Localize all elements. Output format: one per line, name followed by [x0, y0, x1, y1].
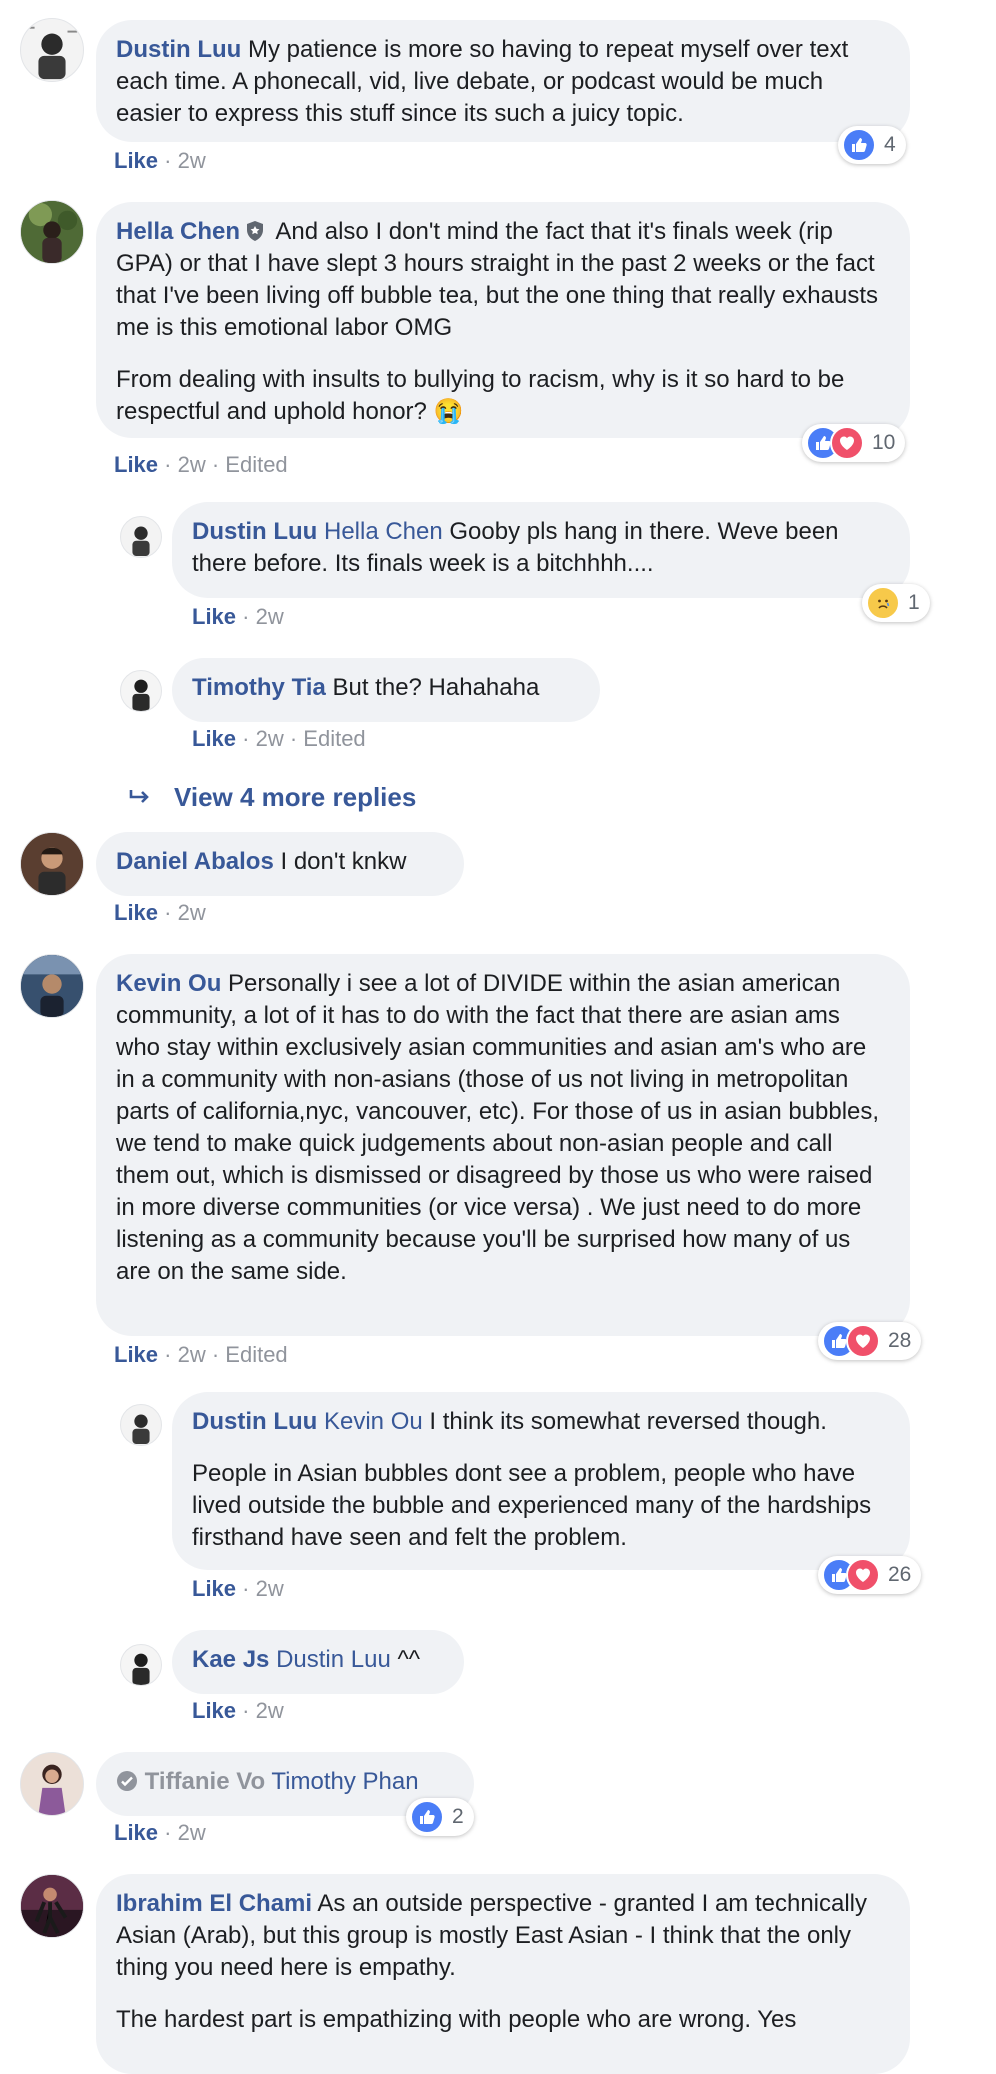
- love-reaction-icon: [830, 426, 864, 460]
- comment-author[interactable]: Daniel Abalos: [116, 848, 274, 875]
- comment-meta: Like · 2w: [192, 604, 284, 630]
- avatar[interactable]: [20, 1874, 84, 1938]
- avatar[interactable]: [120, 516, 162, 558]
- comment-text: ^^: [390, 1646, 421, 1673]
- admin-shield-icon: [247, 221, 264, 241]
- comment-meta: Like · 2w: [192, 1576, 284, 1602]
- like-link[interactable]: Like: [114, 1342, 158, 1367]
- avatar[interactable]: [20, 200, 84, 264]
- reaction-count: 1: [908, 591, 920, 614]
- sad-reaction-icon: [866, 586, 900, 620]
- comment-author[interactable]: Ibrahim El Chami: [116, 1890, 312, 1917]
- comment-bubble: Kevin Ou Personally i see a lot of DIVID…: [96, 954, 910, 1336]
- comment-text-paragraph: The hardest part is empathizing with peo…: [116, 2006, 797, 2033]
- reaction-count: 10: [872, 431, 896, 454]
- comment-meta: Like · 2w: [114, 148, 206, 174]
- like-link[interactable]: Like: [114, 900, 158, 925]
- reaction-summary[interactable]: 10: [802, 424, 906, 462]
- avatar[interactable]: [120, 1644, 162, 1686]
- reaction-count: 2: [452, 1805, 464, 1828]
- comment-text: I think its somewhat reversed though.: [422, 1408, 827, 1435]
- reply-bubble: Timothy Tia But the? Hahahaha: [172, 658, 600, 722]
- avatar[interactable]: [20, 1752, 84, 1816]
- love-reaction-icon: [846, 1324, 880, 1358]
- like-link[interactable]: Like: [114, 148, 158, 173]
- reaction-count: 4: [884, 133, 896, 156]
- comment-bubble: Hella Chen And also I don't mind the fac…: [96, 202, 910, 438]
- view-more-label[interactable]: View 4 more replies: [174, 782, 416, 813]
- comment-author[interactable]: Kevin Ou: [116, 970, 221, 997]
- love-reaction-icon: [846, 1558, 880, 1592]
- like-link[interactable]: Like: [114, 452, 158, 477]
- reaction-summary[interactable]: 2: [406, 1798, 474, 1836]
- edited-label[interactable]: · Edited: [290, 726, 366, 751]
- comment-time[interactable]: · 2w: [242, 1576, 284, 1601]
- comment-text: Personally i see a lot of DIVIDE within …: [116, 970, 880, 1285]
- like-link[interactable]: Like: [192, 1698, 236, 1723]
- unavailable-check-icon: [117, 1771, 137, 1791]
- like-link[interactable]: Like: [192, 726, 236, 751]
- mention-tag[interactable]: Timothy Phan: [271, 1768, 418, 1795]
- comment-author[interactable]: Dustin Luu: [116, 36, 241, 63]
- reaction-summary[interactable]: 28: [818, 1322, 922, 1360]
- reaction-summary[interactable]: 1: [862, 584, 930, 622]
- mention-tag[interactable]: Dustin Luu: [276, 1646, 391, 1673]
- comment-meta: Like · 2w: [114, 900, 206, 926]
- reaction-summary[interactable]: 26: [818, 1556, 922, 1594]
- mention-tag[interactable]: Kevin Ou: [324, 1408, 423, 1435]
- comment-bubble: Ibrahim El Chami As an outside perspecti…: [96, 1874, 910, 2074]
- comment-time[interactable]: · 2w: [242, 726, 284, 751]
- comment-author[interactable]: Hella Chen: [116, 218, 240, 245]
- reply-arrow-icon: [129, 789, 149, 803]
- comment-time[interactable]: · 2w: [164, 148, 206, 173]
- avatar[interactable]: [120, 1404, 162, 1446]
- comment-meta: Like · 2w · Edited: [192, 726, 366, 752]
- comment-time[interactable]: · 2w: [242, 1698, 284, 1723]
- comment-time[interactable]: · 2w: [242, 604, 284, 629]
- comment-author[interactable]: Tiffanie Vo: [145, 1768, 265, 1795]
- comment-time[interactable]: · 2w: [164, 452, 206, 477]
- reaction-count: 28: [888, 1329, 912, 1352]
- comment-author[interactable]: Kae Js: [192, 1646, 269, 1673]
- comment-meta: Like · 2w: [114, 1820, 206, 1846]
- avatar[interactable]: [20, 954, 84, 1018]
- comment-text: But the? Hahahaha: [325, 674, 540, 701]
- reply-bubble: Dustin Luu Hella Chen Gooby pls hang in …: [172, 502, 910, 598]
- comment-time[interactable]: · 2w: [164, 900, 206, 925]
- reply-bubble: Kae Js Dustin Luu ^^: [172, 1630, 464, 1694]
- reaction-summary[interactable]: 4: [838, 126, 906, 164]
- like-link[interactable]: Like: [114, 1820, 158, 1845]
- like-reaction-icon: [842, 128, 876, 162]
- comment-meta: Like · 2w · Edited: [114, 452, 288, 478]
- like-link[interactable]: Like: [192, 1576, 236, 1601]
- reply-bubble: Dustin Luu Kevin Ou I think its somewhat…: [172, 1392, 910, 1570]
- comment-author[interactable]: Dustin Luu: [192, 518, 317, 545]
- avatar[interactable]: [20, 18, 84, 82]
- edited-label[interactable]: · Edited: [212, 1342, 288, 1367]
- like-link[interactable]: Like: [192, 604, 236, 629]
- avatar[interactable]: [20, 832, 84, 896]
- mention-tag[interactable]: Hella Chen: [324, 518, 443, 545]
- comment-bubble: Dustin Luu My patience is more so having…: [96, 20, 910, 142]
- comment-text: I don't knkw: [273, 848, 407, 875]
- comment-meta: Like · 2w · Edited: [114, 1342, 288, 1368]
- like-reaction-icon: [410, 1800, 444, 1834]
- comment-meta: Like · 2w: [192, 1698, 284, 1724]
- edited-label[interactable]: · Edited: [212, 452, 288, 477]
- reaction-count: 26: [888, 1563, 912, 1586]
- comment-bubble: Daniel Abalos I don't knkw: [96, 832, 464, 896]
- view-more-replies[interactable]: View 4 more replies: [128, 782, 416, 813]
- comment-text-paragraph: People in Asian bubbles dont see a probl…: [192, 1460, 872, 1551]
- comment-text-paragraph: From dealing with insults to bullying to…: [116, 366, 845, 425]
- avatar[interactable]: [120, 670, 162, 712]
- comment-author[interactable]: Timothy Tia: [192, 674, 326, 701]
- comment-time[interactable]: · 2w: [164, 1820, 206, 1845]
- comment-author[interactable]: Dustin Luu: [192, 1408, 317, 1435]
- comment-time[interactable]: · 2w: [164, 1342, 206, 1367]
